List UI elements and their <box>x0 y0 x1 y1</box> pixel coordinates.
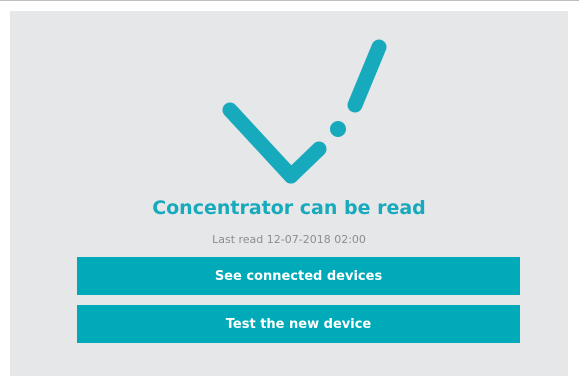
status-title: Concentrator can be read <box>152 197 426 219</box>
top-divider <box>0 0 579 1</box>
last-read-timestamp: Last read 12-07-2018 02:00 <box>212 233 366 246</box>
status-panel: Concentrator can be read Last read 12-07… <box>10 11 568 376</box>
check-icon <box>222 39 387 184</box>
see-connected-devices-button[interactable]: See connected devices <box>77 257 520 295</box>
test-new-device-button[interactable]: Test the new device <box>77 305 520 343</box>
